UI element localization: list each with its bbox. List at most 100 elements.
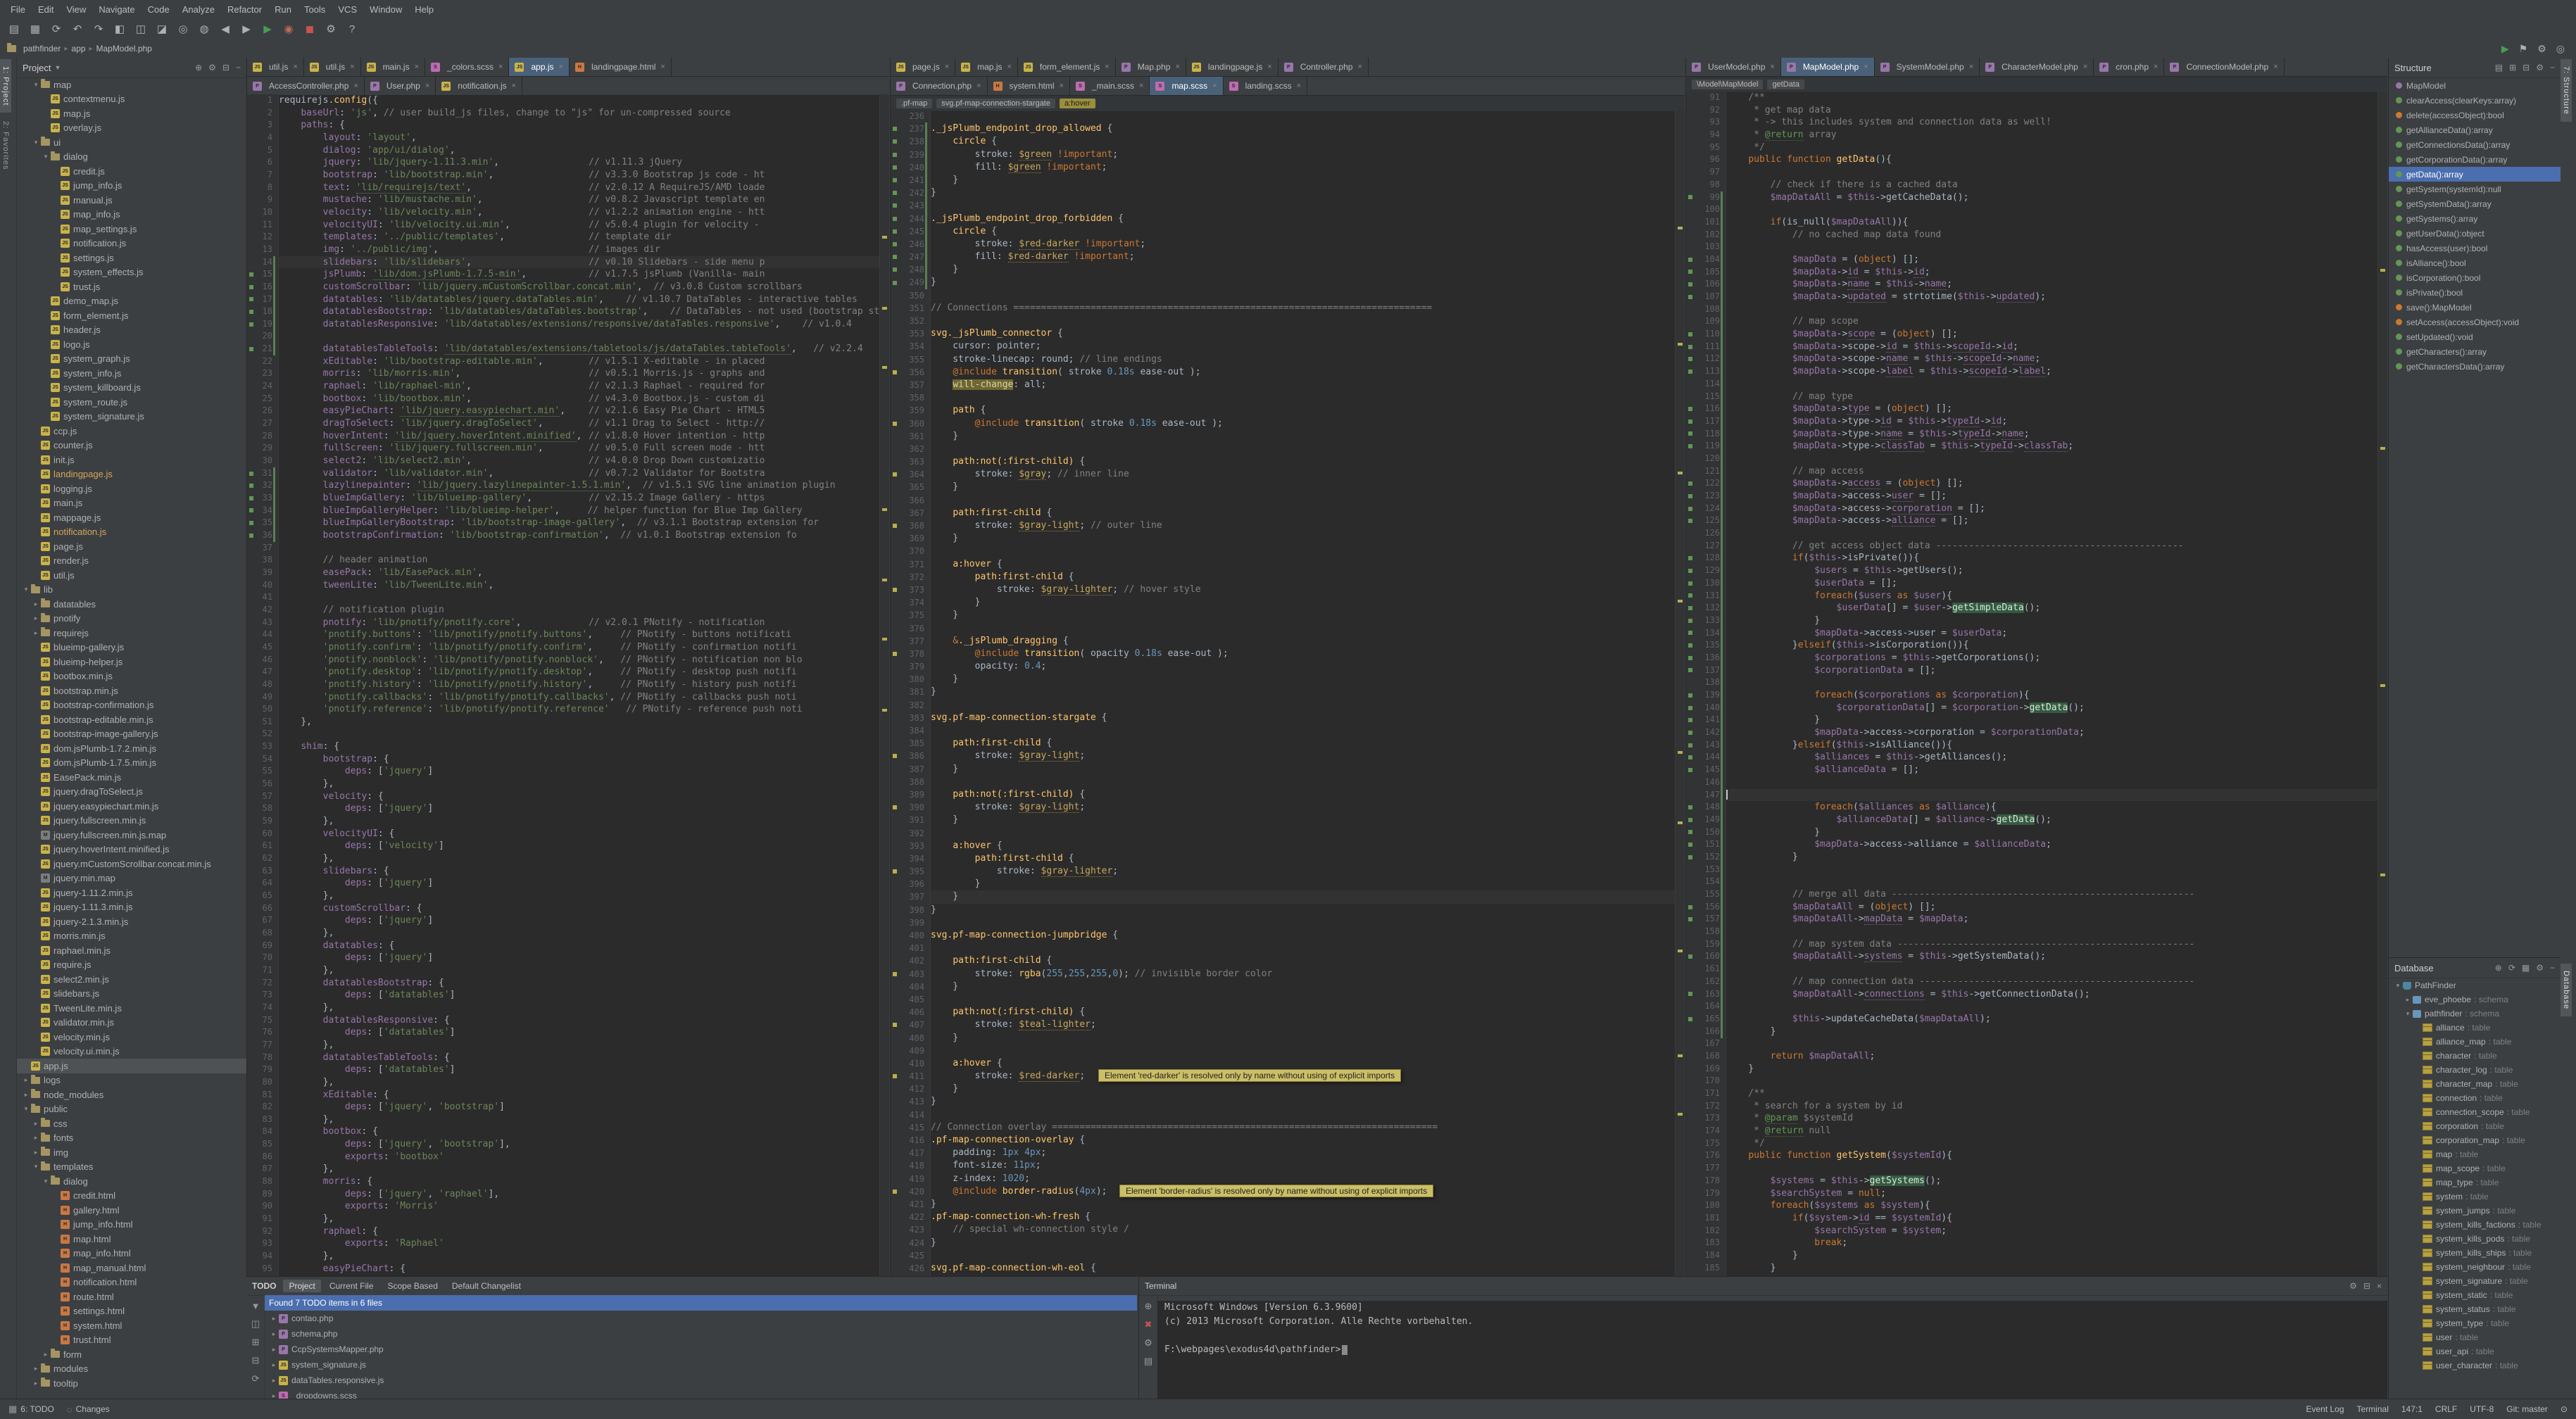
project-tree-item[interactable]: JSjquery.mCustomScrollbar.concat.min.js	[17, 857, 246, 871]
project-tree-item[interactable]: JSpage.js	[17, 539, 246, 554]
code-line[interactable]	[931, 942, 1675, 954]
line-number[interactable]: 95	[1686, 141, 1726, 154]
code-line[interactable]: $mapDataAll->connections = $this->getCon…	[1726, 988, 2377, 1001]
breadcrumb-item[interactable]: MapModel.php	[92, 43, 155, 54]
code-line[interactable]: $mapDataAll->systems = $this->getSystemD…	[1726, 950, 2377, 963]
line-number[interactable]: 95	[247, 1263, 278, 1275]
project-tree-item[interactable]: JSblueimp-helper.js	[17, 655, 246, 669]
code-line[interactable]: if($system->id == $systemId){	[1726, 1212, 2377, 1225]
code-line[interactable]: // special wh-connection style /	[931, 1223, 1675, 1236]
code-line[interactable]: a:hover {	[931, 840, 1675, 852]
code-line[interactable]: path {	[931, 404, 1675, 417]
code-line[interactable]: 'pnotify.callbacks': 'lib/pnotify/pnotif…	[279, 691, 879, 704]
line-number[interactable]: 62	[247, 852, 278, 865]
code-line[interactable]: // get access object data --------------…	[1726, 540, 2377, 553]
line-number[interactable]: 148	[1686, 801, 1726, 814]
line-number[interactable]: 66	[247, 902, 278, 915]
line-number[interactable]: 111	[1686, 341, 1726, 353]
database-item[interactable]: system_type: table	[2389, 1316, 2561, 1330]
project-tree-item[interactable]: ▸requirejs	[17, 626, 246, 641]
line-number[interactable]: 50	[247, 703, 278, 716]
close-tab-icon[interactable]: ×	[1297, 82, 1301, 90]
tree-toggle-icon[interactable]: ▸	[269, 1346, 279, 1354]
line-number[interactable]: 384	[891, 724, 930, 737]
open-icon[interactable]: ▤	[6, 23, 23, 35]
settings-icon[interactable]: ⚙	[322, 23, 339, 35]
line-number[interactable]: 131	[1686, 590, 1726, 603]
code-line[interactable]	[931, 1249, 1675, 1262]
database-item[interactable]: connection_scope: table	[2389, 1105, 2561, 1119]
line-number[interactable]: 378	[891, 648, 930, 660]
code-line[interactable]: validator: 'lib/validator.min',// v0.7.2…	[279, 467, 879, 480]
line-number[interactable]: 176	[1686, 1149, 1726, 1162]
line-number[interactable]: 133	[1686, 614, 1726, 627]
line-number[interactable]: 142	[1686, 726, 1726, 739]
line-number[interactable]: 164	[1686, 1000, 1726, 1013]
line-number[interactable]: 52	[247, 728, 278, 740]
code-line[interactable]: break;	[1726, 1237, 2377, 1249]
code-line[interactable]: }elseif($this->isAlliance()){	[1726, 739, 2377, 752]
close-tab-icon[interactable]: ×	[2273, 63, 2277, 71]
code-line[interactable]: deps: ['jquery']	[279, 877, 879, 890]
line-number[interactable]: 38	[247, 554, 278, 567]
line-number[interactable]: 240	[891, 161, 930, 174]
code-line[interactable]: path:first-child {	[931, 954, 1675, 967]
tree-toggle-icon[interactable]: ▸	[31, 1365, 41, 1373]
code-line[interactable]: }	[931, 673, 1675, 686]
code-line[interactable]: }	[1726, 1262, 2377, 1275]
line-number[interactable]: 249	[891, 276, 930, 289]
line-number[interactable]: 366	[891, 494, 930, 507]
line-number[interactable]: 91	[247, 1213, 278, 1225]
code-line[interactable]: datatables: 'lib/datatables/jquery.dataT…	[279, 294, 879, 306]
line-number[interactable]: 398	[891, 904, 930, 916]
line-number[interactable]: 122	[1686, 477, 1726, 490]
code-line[interactable]: stroke: $gray-light;	[931, 750, 1675, 762]
code-line[interactable]	[279, 728, 879, 740]
code-line[interactable]: text: 'lib/requirejs/text',// v2.0.12 A …	[279, 182, 879, 194]
line-number[interactable]: 238	[891, 135, 930, 148]
close-tab-icon[interactable]: ×	[1770, 63, 1774, 71]
line-number[interactable]: 39	[247, 567, 278, 579]
warning-stripe-mark[interactable]	[2380, 269, 2385, 272]
line-number[interactable]: 406	[891, 1006, 930, 1018]
line-number[interactable]: 47	[247, 666, 278, 679]
database-item[interactable]: map: table	[2389, 1147, 2561, 1161]
project-tree-item[interactable]: ▸img	[17, 1145, 246, 1160]
collapse-all-icon[interactable]: ⊟	[252, 1355, 260, 1366]
line-number[interactable]: 22	[247, 355, 278, 368]
breadcrumb-item[interactable]: pathfinder	[20, 43, 64, 54]
tree-toggle-icon[interactable]: ▸	[31, 629, 41, 637]
line-number[interactable]: 236	[891, 110, 930, 122]
project-tree-item[interactable]: JSheader.js	[17, 323, 246, 338]
project-tree-item[interactable]: Hnotification.html	[17, 1275, 246, 1290]
code-line[interactable]: padding: 1px 4px;	[931, 1147, 1675, 1159]
code-line[interactable]: templates: '../public/templates',// temp…	[279, 231, 879, 244]
warning-stripe-mark[interactable]	[882, 366, 887, 369]
code-line[interactable]: blueImpGalleryBootstrap: 'lib/bootstrap-…	[279, 517, 879, 529]
project-tree-item[interactable]: JSdemo_map.js	[17, 294, 246, 309]
line-number[interactable]: 129	[1686, 565, 1726, 577]
line-number[interactable]: 162	[1686, 976, 1726, 988]
database-item[interactable]: system_status: table	[2389, 1302, 2561, 1316]
line-number[interactable]: 105	[1686, 266, 1726, 279]
structure-item[interactable]: MapModel	[2389, 78, 2561, 93]
collapse-all-icon[interactable]: ⊟	[2522, 63, 2530, 72]
add-icon[interactable]: ⊕	[2495, 963, 2502, 973]
code-line[interactable]: easePack: 'lib/EasePack.min',	[279, 567, 879, 579]
code-line[interactable]: }elseif($this->isCorporation()){	[1726, 639, 2377, 652]
line-number[interactable]: 414	[891, 1109, 930, 1121]
code-line[interactable]: $corporationData = [];	[1726, 664, 2377, 677]
code-line[interactable]: a:hover {	[931, 1057, 1675, 1070]
line-number[interactable]: 75	[247, 1014, 278, 1027]
line-number[interactable]: 115	[1686, 391, 1726, 403]
project-tree-item[interactable]: JSdom.jsPlumb-1.7.5.min.js	[17, 756, 246, 771]
project-tree-item[interactable]: JScredit.js	[17, 164, 246, 179]
code-line[interactable]: $userData = [];	[1726, 577, 2377, 590]
tree-toggle-icon[interactable]: ▸	[21, 1091, 31, 1099]
warning-stripe-mark[interactable]	[1678, 950, 1683, 952]
line-number[interactable]: 67	[247, 914, 278, 927]
code-line[interactable]: deps: ['jquery', 'bootstrap'],	[279, 1138, 879, 1151]
code-line[interactable]: xEditable: 'lib/bootstrap-editable.min',…	[279, 355, 879, 368]
run-icon[interactable]: ▶	[259, 23, 276, 35]
project-tree-item[interactable]: JSsystem_effects.js	[17, 265, 246, 280]
